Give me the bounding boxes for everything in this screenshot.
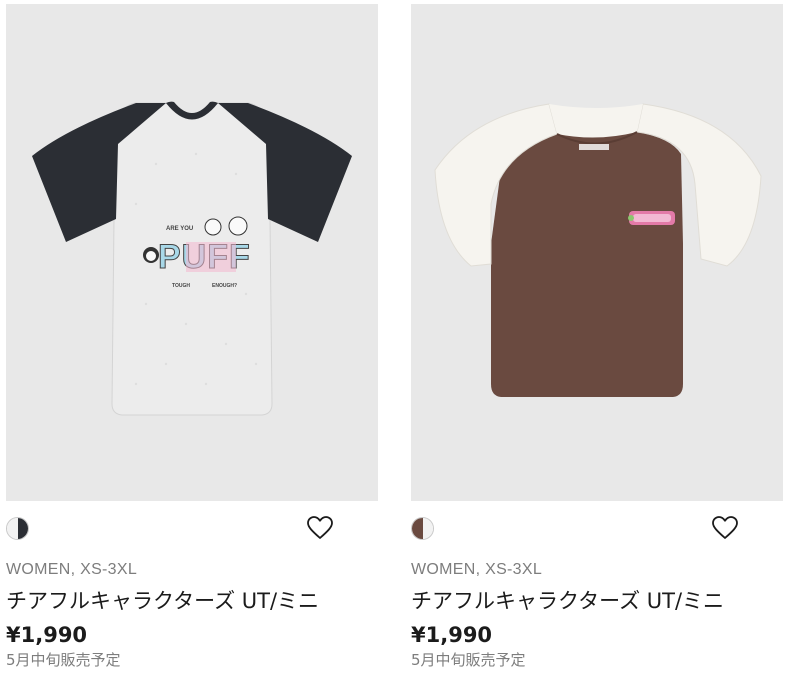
product-grid: ARE YOU PUFF TOUGH ENOUGH? bbox=[0, 0, 789, 689]
product-card[interactable]: WOMEN, XS-3XL チアフルキャラクターズ UT/ミニ ¥1,990 5… bbox=[411, 4, 783, 670]
color-swatch[interactable] bbox=[411, 517, 434, 540]
availability-note: 5月中旬販売予定 bbox=[6, 651, 121, 669]
swatch-row bbox=[411, 501, 783, 555]
product-image[interactable]: ARE YOU PUFF TOUGH ENOUGH? bbox=[6, 4, 378, 501]
product-card[interactable]: ARE YOU PUFF TOUGH ENOUGH? bbox=[6, 4, 378, 670]
availability-note: 5月中旬販売予定 bbox=[411, 651, 526, 669]
heart-icon[interactable] bbox=[712, 516, 738, 540]
gender-size: WOMEN, XS-3XL bbox=[411, 561, 543, 578]
gender-size: WOMEN, XS-3XL bbox=[6, 561, 138, 578]
heart-icon[interactable] bbox=[307, 516, 333, 540]
product-price: ¥1,990 bbox=[6, 623, 88, 647]
svg-text:ENOUGH?: ENOUGH? bbox=[212, 283, 237, 289]
swatch-row bbox=[6, 501, 378, 555]
svg-text:ARE YOU: ARE YOU bbox=[166, 226, 193, 232]
product-image[interactable] bbox=[411, 4, 783, 501]
color-swatch[interactable] bbox=[6, 517, 29, 540]
product-title[interactable]: チアフルキャラクターズ UT/ミニ bbox=[6, 586, 378, 616]
svg-text:TOUGH: TOUGH bbox=[172, 283, 190, 289]
product-title[interactable]: チアフルキャラクターズ UT/ミニ bbox=[411, 586, 783, 616]
product-price: ¥1,990 bbox=[411, 623, 493, 647]
